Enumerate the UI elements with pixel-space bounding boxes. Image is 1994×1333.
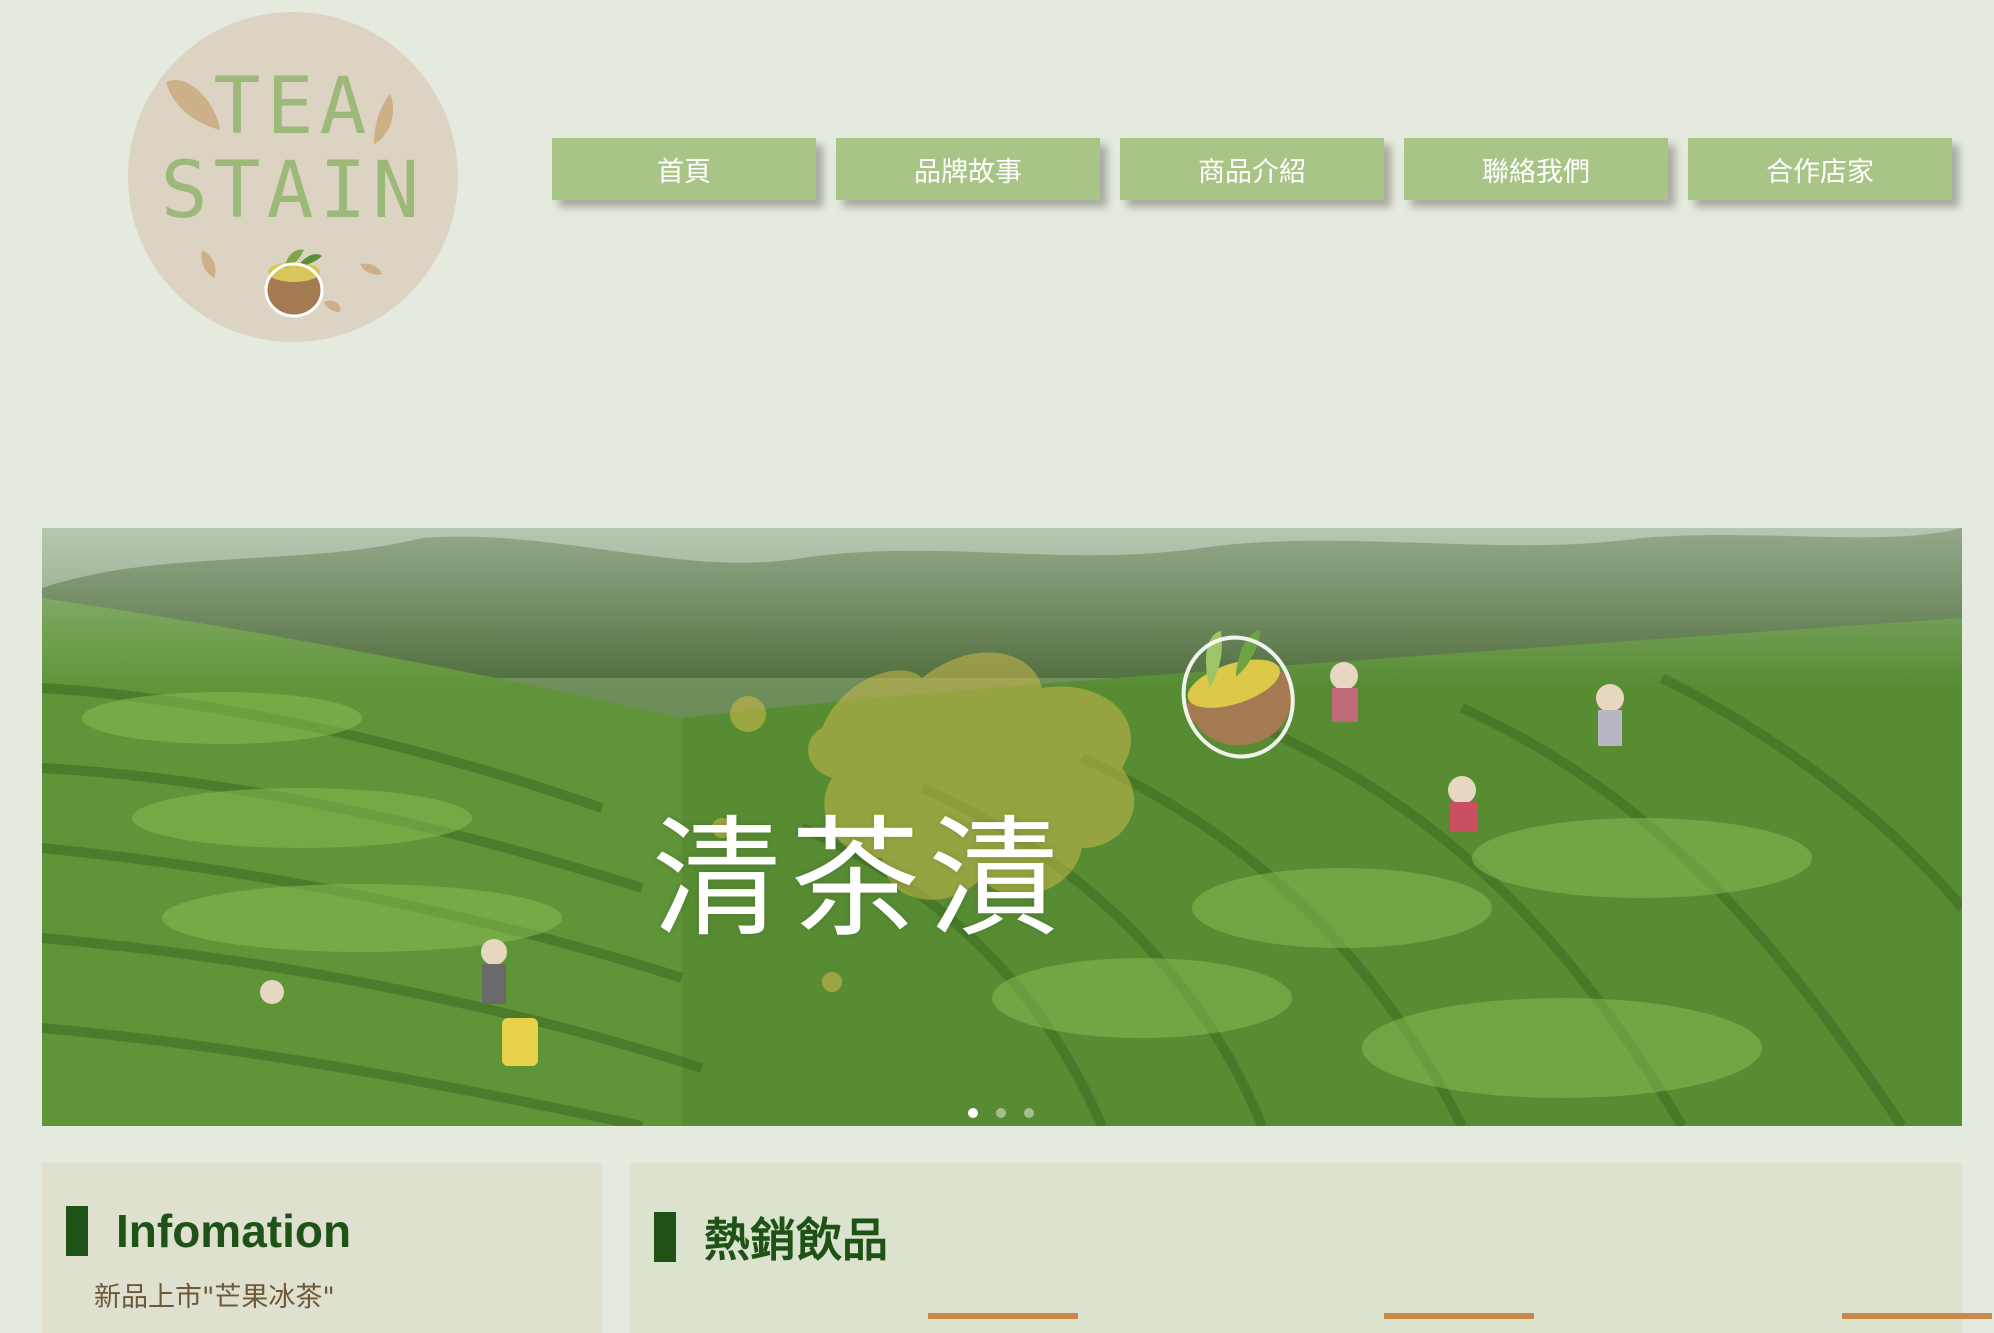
nav-item-partner-stores[interactable]: 合作店家 — [1688, 138, 1952, 200]
hot-drinks-header: 熱銷飲品 — [654, 1204, 888, 1270]
brand-logo[interactable]: TEA STAIN — [128, 12, 458, 342]
logo-text-stain: STAIN — [160, 146, 426, 236]
carousel-dot-2[interactable] — [996, 1108, 1006, 1118]
hot-drinks-title: 熱銷飲品 — [704, 1214, 888, 1266]
carousel-dot-3[interactable] — [1024, 1108, 1034, 1118]
title-accent-bar — [654, 1212, 676, 1262]
nav-item-contact[interactable]: 聯絡我們 — [1404, 138, 1668, 200]
hero-title: 清茶漬 — [652, 803, 1067, 955]
hot-drinks-panel: 熱銷飲品 — [630, 1163, 1992, 1333]
hero-carousel[interactable]: 清茶漬 — [42, 528, 1962, 1126]
info-panel: Infomation 新品上市"芒果冰茶" — [42, 1163, 602, 1333]
info-panel-header: Infomation — [66, 1204, 351, 1258]
title-accent-bar — [66, 1206, 88, 1256]
nav-item-home[interactable]: 首頁 — [552, 138, 816, 200]
main-nav: 首頁 品牌故事 商品介紹 聯絡我們 合作店家 — [552, 138, 1952, 200]
drink-card-top-2[interactable] — [1384, 1313, 1534, 1319]
drink-card-top-3[interactable] — [1842, 1313, 1992, 1319]
nav-item-products[interactable]: 商品介紹 — [1120, 138, 1384, 200]
nav-item-brand-story[interactable]: 品牌故事 — [836, 138, 1100, 200]
info-panel-title: Infomation — [116, 1205, 352, 1257]
carousel-dot-1[interactable] — [968, 1108, 978, 1118]
carousel-indicators — [968, 1108, 1034, 1118]
info-news-item[interactable]: 新品上市"芒果冰茶" — [94, 1275, 335, 1314]
logo-text-tea: TEA — [213, 62, 373, 152]
drink-card-top-1[interactable] — [928, 1313, 1078, 1319]
